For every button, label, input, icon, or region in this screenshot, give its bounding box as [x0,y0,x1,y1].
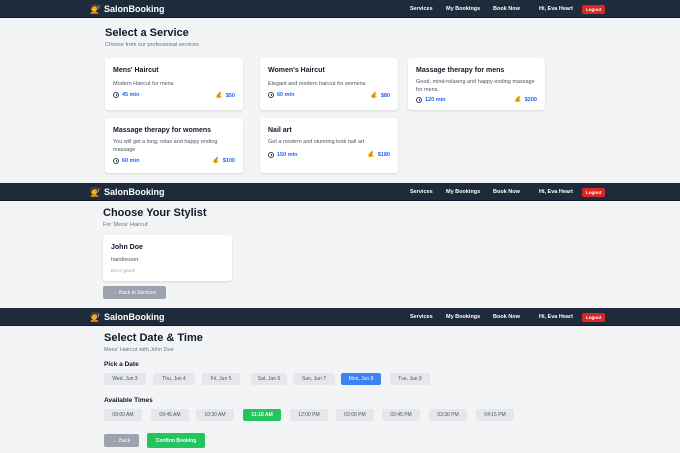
service-desc: Elegant and modern haircut for womens [268,81,366,87]
money-bag-icon: 💰 [215,93,223,99]
time-slot[interactable]: 02:00 PM [336,409,374,421]
money-bag-icon: 💰 [514,97,522,103]
nav-links: Services My Bookings Book Now Hi, Eva He… [0,308,680,326]
nav-my-bookings-link[interactable]: My Bookings [446,189,480,195]
stopwatch-icon [268,152,274,158]
service-name: Nail art [268,127,292,134]
service-card[interactable]: Women's Haircut Elegant and modern hairc… [260,58,398,110]
service-duration: 60 min [113,158,139,164]
stylist-note: Ero is good! [111,268,136,273]
service-card[interactable]: Massage therapy for womens You will get … [105,118,243,173]
date-option[interactable]: Wed, Jun 3 [104,373,146,385]
date-option[interactable]: Sat, Jun 6 [251,373,287,385]
navbar: 💇 SalonBooking Services My Bookings Book… [0,0,680,18]
time-slot[interactable]: 12:00 PM [290,409,328,421]
stylist-title: Choose Your Stylist [103,207,207,219]
nav-greeting: Hi, Eva Heart [539,6,573,12]
service-price: 💰 $180 [367,151,390,159]
service-price: 💰 $50 [215,92,235,100]
service-duration: 45 min [113,92,139,98]
nav-my-bookings-link[interactable]: My Bookings [446,314,480,320]
available-times-label: Available Times [104,397,153,404]
service-desc: You will get a long, relax and happy end… [113,139,218,153]
services-subtitle: Choose from our professional services [105,42,199,48]
time-slot[interactable]: 11:15 AM [243,409,281,421]
service-price: 💰 $80 [370,92,390,100]
date-option[interactable]: Mon, Jun 8 [341,373,381,385]
back-button[interactable]: ← Back [104,434,139,447]
service-name: Women's Haircut [268,67,325,74]
time-slot[interactable]: 02:45 PM [382,409,420,421]
service-duration: 60 min [268,92,294,98]
service-card[interactable]: Massage therapy for mens Good, mind-rela… [408,58,545,110]
pick-date-label: Pick a Date [104,361,139,368]
nav-my-bookings-link[interactable]: My Bookings [446,6,480,12]
nav-greeting: Hi, Eva Heart [539,189,573,195]
navbar: 💇 SalonBooking Services My Bookings Book… [0,183,680,201]
service-duration: 150 min [268,152,297,158]
stylist-name: John Doe [111,244,143,251]
nav-book-now-link[interactable]: Book Now [493,314,520,320]
datetime-subtitle: Mens' Haircut with John Doe [104,347,174,353]
date-option[interactable]: Tue, Jun 9 [390,373,430,385]
date-option[interactable]: Thu, Jun 4 [153,373,195,385]
time-slot[interactable]: 10:30 AM [196,409,234,421]
nav-book-now-link[interactable]: Book Now [493,189,520,195]
time-slot[interactable]: 09:00 AM [104,409,142,421]
services-title: Select a Service [105,27,189,39]
service-price: 💰 $100 [212,157,235,165]
service-desc: Get a modern and stunning look nail art [268,139,365,145]
nav-greeting: Hi, Eva Heart [539,314,573,320]
service-name: Massage therapy for womens [113,127,212,134]
logout-button[interactable]: Logout [582,4,606,14]
service-card[interactable]: Mens' Haircut Modern Haircut for mens 45… [105,58,243,110]
money-bag-icon: 💰 [367,152,375,158]
navbar: 💇 SalonBooking Services My Bookings Book… [0,308,680,326]
service-duration: 120 min [416,97,445,103]
stopwatch-icon [416,97,422,103]
service-desc: Modern Haircut for mens [113,81,174,87]
nav-links: Services My Bookings Book Now Hi, Eva He… [0,0,680,18]
time-slot[interactable]: 04:15 PM [476,409,514,421]
money-bag-icon: 💰 [370,93,378,99]
stopwatch-icon [113,158,119,164]
logout-button[interactable]: Logout [582,187,606,197]
service-desc: Good, mind-relaxing and happy ending mas… [416,79,535,93]
service-card[interactable]: Nail art Get a modern and stunning look … [260,118,398,173]
back-to-services-button[interactable]: ← Back to Services [103,286,166,299]
nav-links: Services My Bookings Book Now Hi, Eva He… [0,183,680,201]
stylist-card[interactable]: John Doe hairdresser Ero is good! [103,235,232,281]
nav-services-link[interactable]: Services [410,314,433,320]
nav-book-now-link[interactable]: Book Now [493,6,520,12]
stylist-subtitle: For 'Mens' Haircut' [103,222,149,228]
date-option[interactable]: Fri, Jun 5 [202,373,240,385]
time-slot[interactable]: 09:45 AM [151,409,189,421]
service-name: Mens' Haircut [113,67,159,74]
time-slot[interactable]: 03:30 PM [429,409,467,421]
stopwatch-icon [268,92,274,98]
stopwatch-icon [113,92,119,98]
stylist-role: hairdresser [111,257,139,263]
nav-services-link[interactable]: Services [410,189,433,195]
confirm-booking-button[interactable]: Confirm Booking [147,433,205,448]
money-bag-icon: 💰 [212,158,220,164]
datetime-title: Select Date & Time [104,332,203,344]
service-price: 💰 $200 [514,96,537,104]
logout-button[interactable]: Logout [582,312,606,322]
nav-services-link[interactable]: Services [410,6,433,12]
service-name: Massage therapy for mens [416,67,505,74]
date-option[interactable]: Sun, Jun 7 [293,373,335,385]
